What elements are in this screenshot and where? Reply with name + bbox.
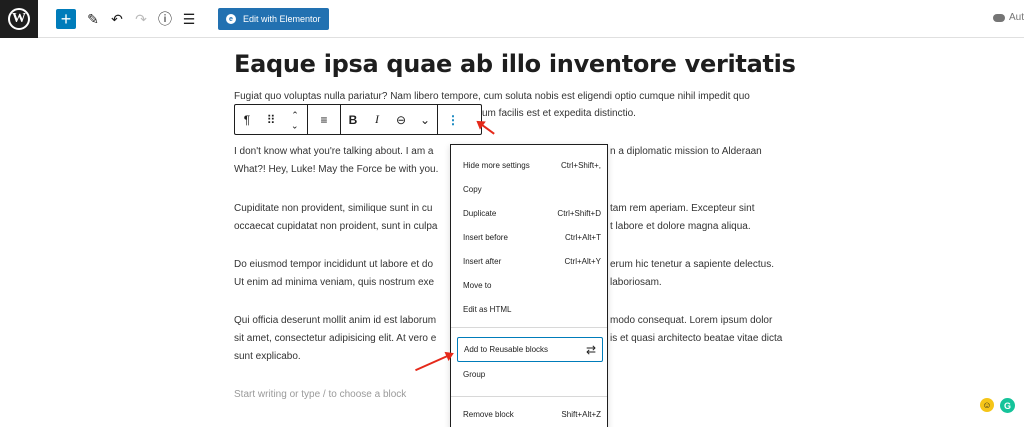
menu-item-label: Move to xyxy=(463,280,492,290)
drag-handle-icon[interactable]: ⠿ xyxy=(259,105,283,134)
italic-button[interactable]: I xyxy=(365,105,389,134)
block-toolbar-group-align: ≡ xyxy=(308,105,341,134)
annotation-arrow-reusable xyxy=(415,353,453,372)
editor-top-toolbar: W + ✎ ↶ ↷ ⓘ ☰ e Edit with Elementor Aut xyxy=(0,0,1024,38)
paragraph-5-fragment[interactable]: is et quasi architecto beatae vitae dict… xyxy=(610,333,782,344)
menu-item-shortcut: Shift+Alt+Z xyxy=(561,409,601,419)
paragraph-3-fragment[interactable]: t labore et dolore magna aliqua. xyxy=(610,221,751,232)
menu-item-insert-after[interactable]: Insert after Ctrl+Alt+Y xyxy=(463,254,601,268)
menu-item-add-to-reusable-blocks[interactable]: Add to Reusable blocks ⇄ xyxy=(457,337,603,362)
emoji-badge-icon[interactable]: ☺ xyxy=(980,398,994,412)
paragraph-2-fragment[interactable]: n a diplomatic mission to Alderaan xyxy=(610,146,762,157)
align-icon[interactable]: ≡ xyxy=(308,105,340,134)
paragraph-5-fragment[interactable]: sunt explicabo. xyxy=(234,351,301,362)
more-rich-text-chevron-icon[interactable]: ⌄ xyxy=(413,105,437,134)
link-icon[interactable]: ⊖ xyxy=(389,105,413,134)
block-toolbar-group-block: ¶ ⠿ ⌃ ⌃ xyxy=(235,105,308,134)
menu-item-label: Edit as HTML xyxy=(463,304,512,314)
paragraph-1-line-2[interactable]: um facilis est et expedita distinctio. xyxy=(482,108,636,119)
block-toolbar-group-options: ⋮ xyxy=(438,105,468,134)
menu-item-edit-as-html[interactable]: Edit as HTML xyxy=(463,302,601,316)
undo-icon[interactable]: ↶ xyxy=(110,8,124,30)
menu-separator xyxy=(451,327,607,328)
paragraph-3-fragment[interactable]: Cupiditate non provident, similique sunt… xyxy=(234,203,432,214)
reusable-block-icon: ⇄ xyxy=(585,342,596,357)
menu-item-group[interactable]: Group xyxy=(463,367,601,381)
post-title[interactable]: Eaque ipsa quae ab illo inventore verita… xyxy=(234,50,796,78)
block-appender-placeholder[interactable]: Start writing or type / to choose a bloc… xyxy=(234,389,406,400)
menu-item-insert-before[interactable]: Insert before Ctrl+Alt+T xyxy=(463,230,601,244)
menu-item-label: Insert before xyxy=(463,232,508,242)
cloud-icon xyxy=(992,13,1005,22)
bold-button[interactable]: B xyxy=(341,105,365,134)
menu-item-shortcut: Ctrl+Shift+D xyxy=(557,208,601,218)
paragraph-3-fragment[interactable]: occaecat cupidatat non proident, sunt in… xyxy=(234,221,437,232)
edit-with-elementor-button[interactable]: e Edit with Elementor xyxy=(218,8,329,30)
list-view-icon[interactable]: ☰ xyxy=(182,8,196,30)
menu-item-label: Insert after xyxy=(463,256,502,266)
menu-item-label: Group xyxy=(463,369,486,379)
menu-item-shortcut: Ctrl+Alt+Y xyxy=(564,256,601,266)
paragraph-5-fragment[interactable]: sit amet, consectetur adipisicing elit. … xyxy=(234,333,436,344)
elementor-button-label: Edit with Elementor xyxy=(243,14,321,24)
block-toolbar: ¶ ⠿ ⌃ ⌃ ≡ B I ⊖ ⌄ ⋮ xyxy=(234,104,482,135)
menu-separator xyxy=(451,396,607,397)
paragraph-5-fragment[interactable]: modo consequat. Lorem ipsum dolor xyxy=(610,315,772,326)
wordpress-logo-button[interactable]: W xyxy=(0,0,38,38)
autosave-label: Aut xyxy=(1008,12,1024,23)
menu-item-label: Duplicate xyxy=(463,208,497,218)
grammarly-icon[interactable]: G xyxy=(1000,398,1015,413)
wordpress-logo-icon: W xyxy=(8,8,30,30)
paragraph-4-fragment[interactable]: laboriosam. xyxy=(610,277,662,288)
menu-item-remove-block[interactable]: Remove block Shift+Alt+Z xyxy=(463,407,601,421)
elementor-icon: e xyxy=(226,14,236,24)
menu-item-label: Add to Reusable blocks xyxy=(464,345,549,354)
paragraph-4-fragment[interactable]: Ut enim ad minima veniam, quis nostrum e… xyxy=(234,277,434,288)
move-down-icon[interactable]: ⌃ xyxy=(291,120,299,130)
tools-pencil-icon[interactable]: ✎ xyxy=(86,8,100,30)
paragraph-3-fragment[interactable]: tam rem aperiam. Excepteur sint xyxy=(610,203,755,214)
paragraph-5-fragment[interactable]: Qui officia deserunt mollit anim id est … xyxy=(234,315,436,326)
paragraph-4-fragment[interactable]: Do eiusmod tempor incididunt ut labore e… xyxy=(234,259,433,270)
menu-item-shortcut: Ctrl+Alt+T xyxy=(564,232,601,242)
move-up-icon[interactable]: ⌃ xyxy=(291,110,299,120)
autosave-status: Aut xyxy=(992,12,1024,23)
menu-item-label: Remove block xyxy=(463,409,514,419)
menu-item-duplicate[interactable]: Duplicate Ctrl+Shift+D xyxy=(463,206,601,220)
block-options-menu: Hide more settings Ctrl+Shift+, Copy Dup… xyxy=(450,144,608,427)
paragraph-4-fragment[interactable]: erum hic tenetur a sapiente delectus. xyxy=(610,259,774,270)
info-icon[interactable]: ⓘ xyxy=(158,8,172,30)
options-kebab-icon[interactable]: ⋮ xyxy=(438,105,468,134)
redo-icon[interactable]: ↷ xyxy=(134,8,148,30)
menu-item-label: Copy xyxy=(463,184,482,194)
menu-item-hide-more-settings[interactable]: Hide more settings Ctrl+Shift+, xyxy=(463,158,601,172)
block-toolbar-group-format: B I ⊖ ⌄ xyxy=(341,105,438,134)
menu-item-copy[interactable]: Copy xyxy=(463,182,601,196)
menu-item-shortcut: Ctrl+Shift+, xyxy=(560,160,601,170)
paragraph-icon[interactable]: ¶ xyxy=(235,105,259,134)
add-block-button[interactable]: + xyxy=(56,9,76,29)
move-up-down-icon[interactable]: ⌃ ⌃ xyxy=(283,105,307,134)
paragraph-2-fragment[interactable]: What?! Hey, Luke! May the Force be with … xyxy=(234,164,438,175)
menu-item-move-to[interactable]: Move to xyxy=(463,278,601,292)
paragraph-2-fragment[interactable]: I don't know what you're talking about. … xyxy=(234,146,434,157)
menu-item-label: Hide more settings xyxy=(463,160,530,170)
